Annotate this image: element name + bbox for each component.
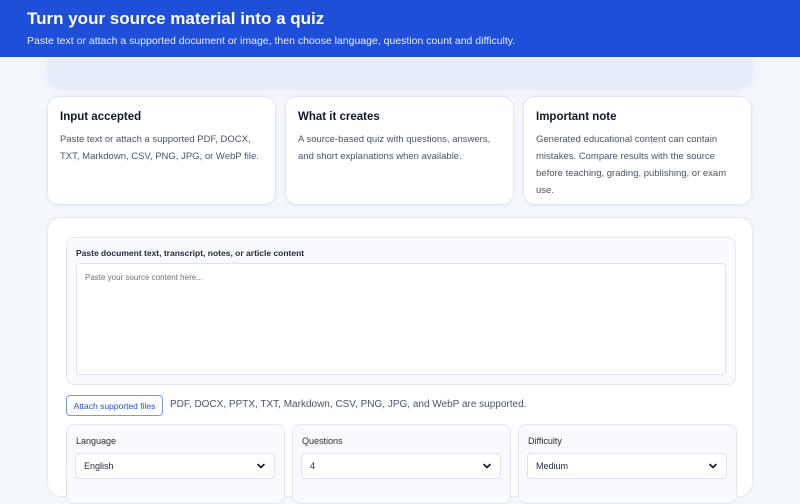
attach-files-button[interactable]: Attach supported files <box>66 395 163 416</box>
info-card-input: Input accepted Paste text or attach a su… <box>47 96 276 205</box>
language-label: Language <box>76 436 117 446</box>
language-value: English <box>84 461 114 471</box>
page-title: Turn your source material into a quiz <box>27 9 325 28</box>
header-shadow-bar <box>47 59 753 85</box>
difficulty-select[interactable]: Medium <box>527 453 727 479</box>
supported-formats-note: PDF, DOCX, PPTX, TXT, Markdown, CSV, PNG… <box>170 399 527 410</box>
questions-select[interactable]: 4 <box>301 453 501 479</box>
page-subtitle: Paste text or attach a supported documen… <box>27 35 516 47</box>
info-card-title: Input accepted <box>60 111 142 123</box>
page-header: Turn your source material into a quiz Pa… <box>0 0 800 57</box>
info-card-note: Important note Generated educational con… <box>523 96 752 205</box>
source-textarea[interactable] <box>76 263 726 375</box>
info-card-title: What it creates <box>298 111 380 123</box>
quiz-form-panel: Paste document text, transcript, notes, … <box>47 217 753 504</box>
chevron-down-icon <box>709 463 717 469</box>
info-card-body: Generated educational content can contai… <box>536 134 727 196</box>
questions-value: 4 <box>310 461 316 471</box>
chevron-down-icon <box>257 463 265 469</box>
language-select[interactable]: English <box>75 453 275 479</box>
questions-label: Questions <box>302 436 343 446</box>
difficulty-value: Medium <box>536 461 569 471</box>
info-card-output: What it creates A source-based quiz with… <box>285 96 514 205</box>
info-card-body: A source-based quiz with questions, answ… <box>298 134 491 162</box>
language-field: Language English <box>66 424 285 504</box>
difficulty-label: Difficulty <box>528 436 562 446</box>
source-input-group: Paste document text, transcript, notes, … <box>66 237 736 385</box>
source-label: Paste document text, transcript, notes, … <box>76 248 305 258</box>
info-card-title: Important note <box>536 111 617 123</box>
chevron-down-icon <box>483 463 491 469</box>
questions-field: Questions 4 <box>292 424 511 504</box>
difficulty-field: Difficulty Medium <box>518 424 737 504</box>
info-card-body: Paste text or attach a supported PDF, DO… <box>60 134 259 162</box>
